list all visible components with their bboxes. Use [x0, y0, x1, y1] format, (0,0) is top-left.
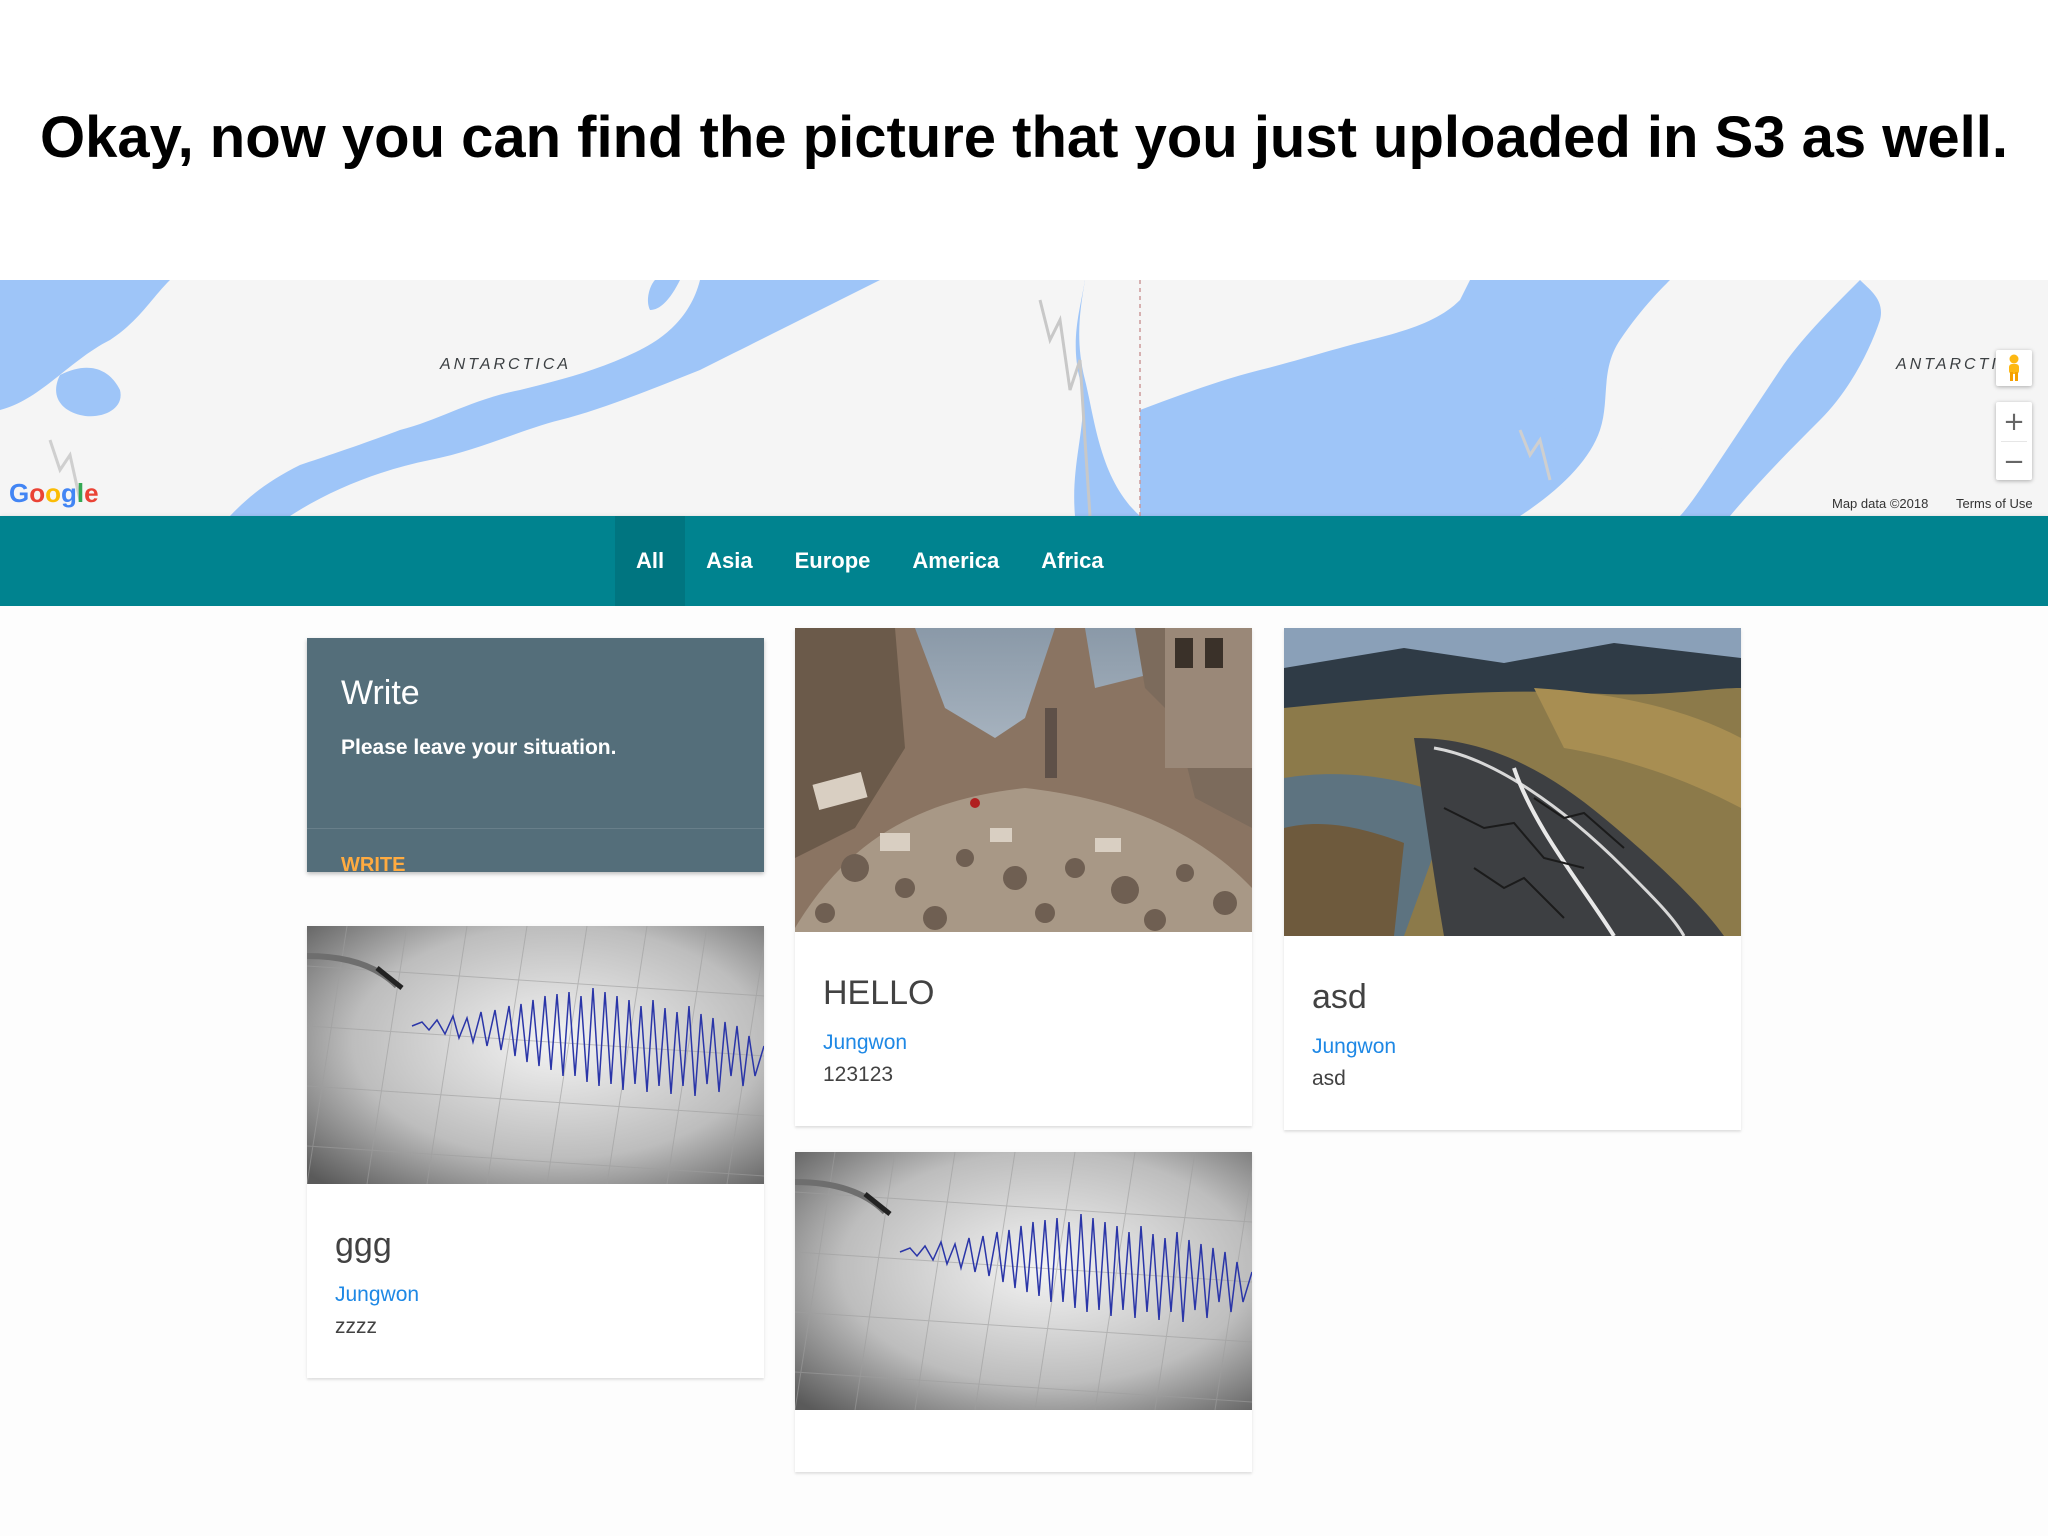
google-logo[interactable]: Google	[9, 478, 99, 509]
tab-asia[interactable]: Asia	[685, 516, 773, 606]
write-button[interactable]: WRITE	[341, 854, 405, 872]
pegman-icon	[2009, 354, 2019, 381]
google-logo-letter: o	[45, 478, 62, 508]
region-tabs: All Asia Europe America Africa	[615, 516, 1125, 606]
post-card[interactable]: HELLO Jungwon 123123	[795, 628, 1252, 1126]
map-label-antarctica-2: ANTARCTI	[1896, 356, 1999, 373]
write-card-title: Write	[341, 674, 420, 712]
post-author-link[interactable]: Jungwon	[335, 1283, 419, 1307]
map-view[interactable]: ANTARCTICA ANTARCTI	[0, 280, 2048, 516]
post-card-body: asd Jungwon asd	[1312, 978, 1396, 1091]
post-image-cracked-road	[1284, 628, 1741, 936]
google-logo-letter: g	[61, 478, 77, 508]
tab-all[interactable]: All	[615, 516, 686, 606]
google-logo-letter: G	[9, 478, 30, 508]
zoom-control: + −	[1996, 402, 2032, 480]
post-image-seismograph	[307, 926, 764, 1184]
rubble-image	[795, 628, 1252, 932]
zoom-out-button[interactable]: −	[1996, 442, 2032, 481]
post-card[interactable]: asd Jungwon asd	[1284, 628, 1741, 1130]
tab-africa[interactable]: Africa	[1020, 516, 1124, 606]
cracked-road-image	[1284, 628, 1741, 936]
post-author-link[interactable]: Jungwon	[823, 1031, 935, 1055]
tab-europe[interactable]: Europe	[774, 516, 892, 606]
zoom-in-button[interactable]: +	[1996, 402, 2032, 441]
google-logo-letter: l	[76, 478, 85, 508]
map-data-attribution[interactable]: Map data ©2018	[1832, 496, 1928, 511]
write-card: Write Please leave your situation. WRITE	[307, 638, 764, 872]
pegman-button[interactable]	[1996, 350, 2032, 386]
tab-america[interactable]: America	[891, 516, 1020, 606]
post-text: asd	[1312, 1067, 1346, 1090]
post-title: HELLO	[823, 974, 935, 1012]
post-image-seismograph	[795, 1152, 1252, 1410]
terms-of-use-link[interactable]: Terms of Use	[1956, 496, 2033, 511]
slide-heading: Okay, now you can find the picture that …	[39, 105, 2008, 170]
post-card[interactable]: ggg Jungwon zzzz	[307, 926, 764, 1378]
google-logo-letter: o	[29, 478, 46, 508]
post-card-body: HELLO Jungwon 123123	[823, 974, 935, 1087]
post-grid: Write Please leave your situation. WRITE	[0, 606, 2048, 1536]
post-title: ggg	[335, 1226, 392, 1264]
post-card-body: ggg Jungwon zzzz	[335, 1226, 419, 1339]
post-text: 123123	[823, 1063, 894, 1086]
write-card-divider	[307, 828, 764, 829]
post-text: zzzz	[335, 1315, 377, 1338]
google-logo-letter: e	[84, 478, 99, 508]
write-card-subtitle: Please leave your situation.	[341, 736, 617, 759]
seismograph-image	[307, 926, 764, 1184]
map-tiles	[0, 280, 2048, 516]
post-author-link[interactable]: Jungwon	[1312, 1035, 1396, 1059]
post-title: asd	[1312, 978, 1367, 1016]
region-navbar: All Asia Europe America Africa	[0, 516, 2048, 606]
seismograph-image	[795, 1152, 1252, 1410]
post-image-rubble	[795, 628, 1252, 932]
map-label-antarctica: ANTARCTICA	[440, 356, 572, 373]
post-card[interactable]	[795, 1152, 1252, 1472]
